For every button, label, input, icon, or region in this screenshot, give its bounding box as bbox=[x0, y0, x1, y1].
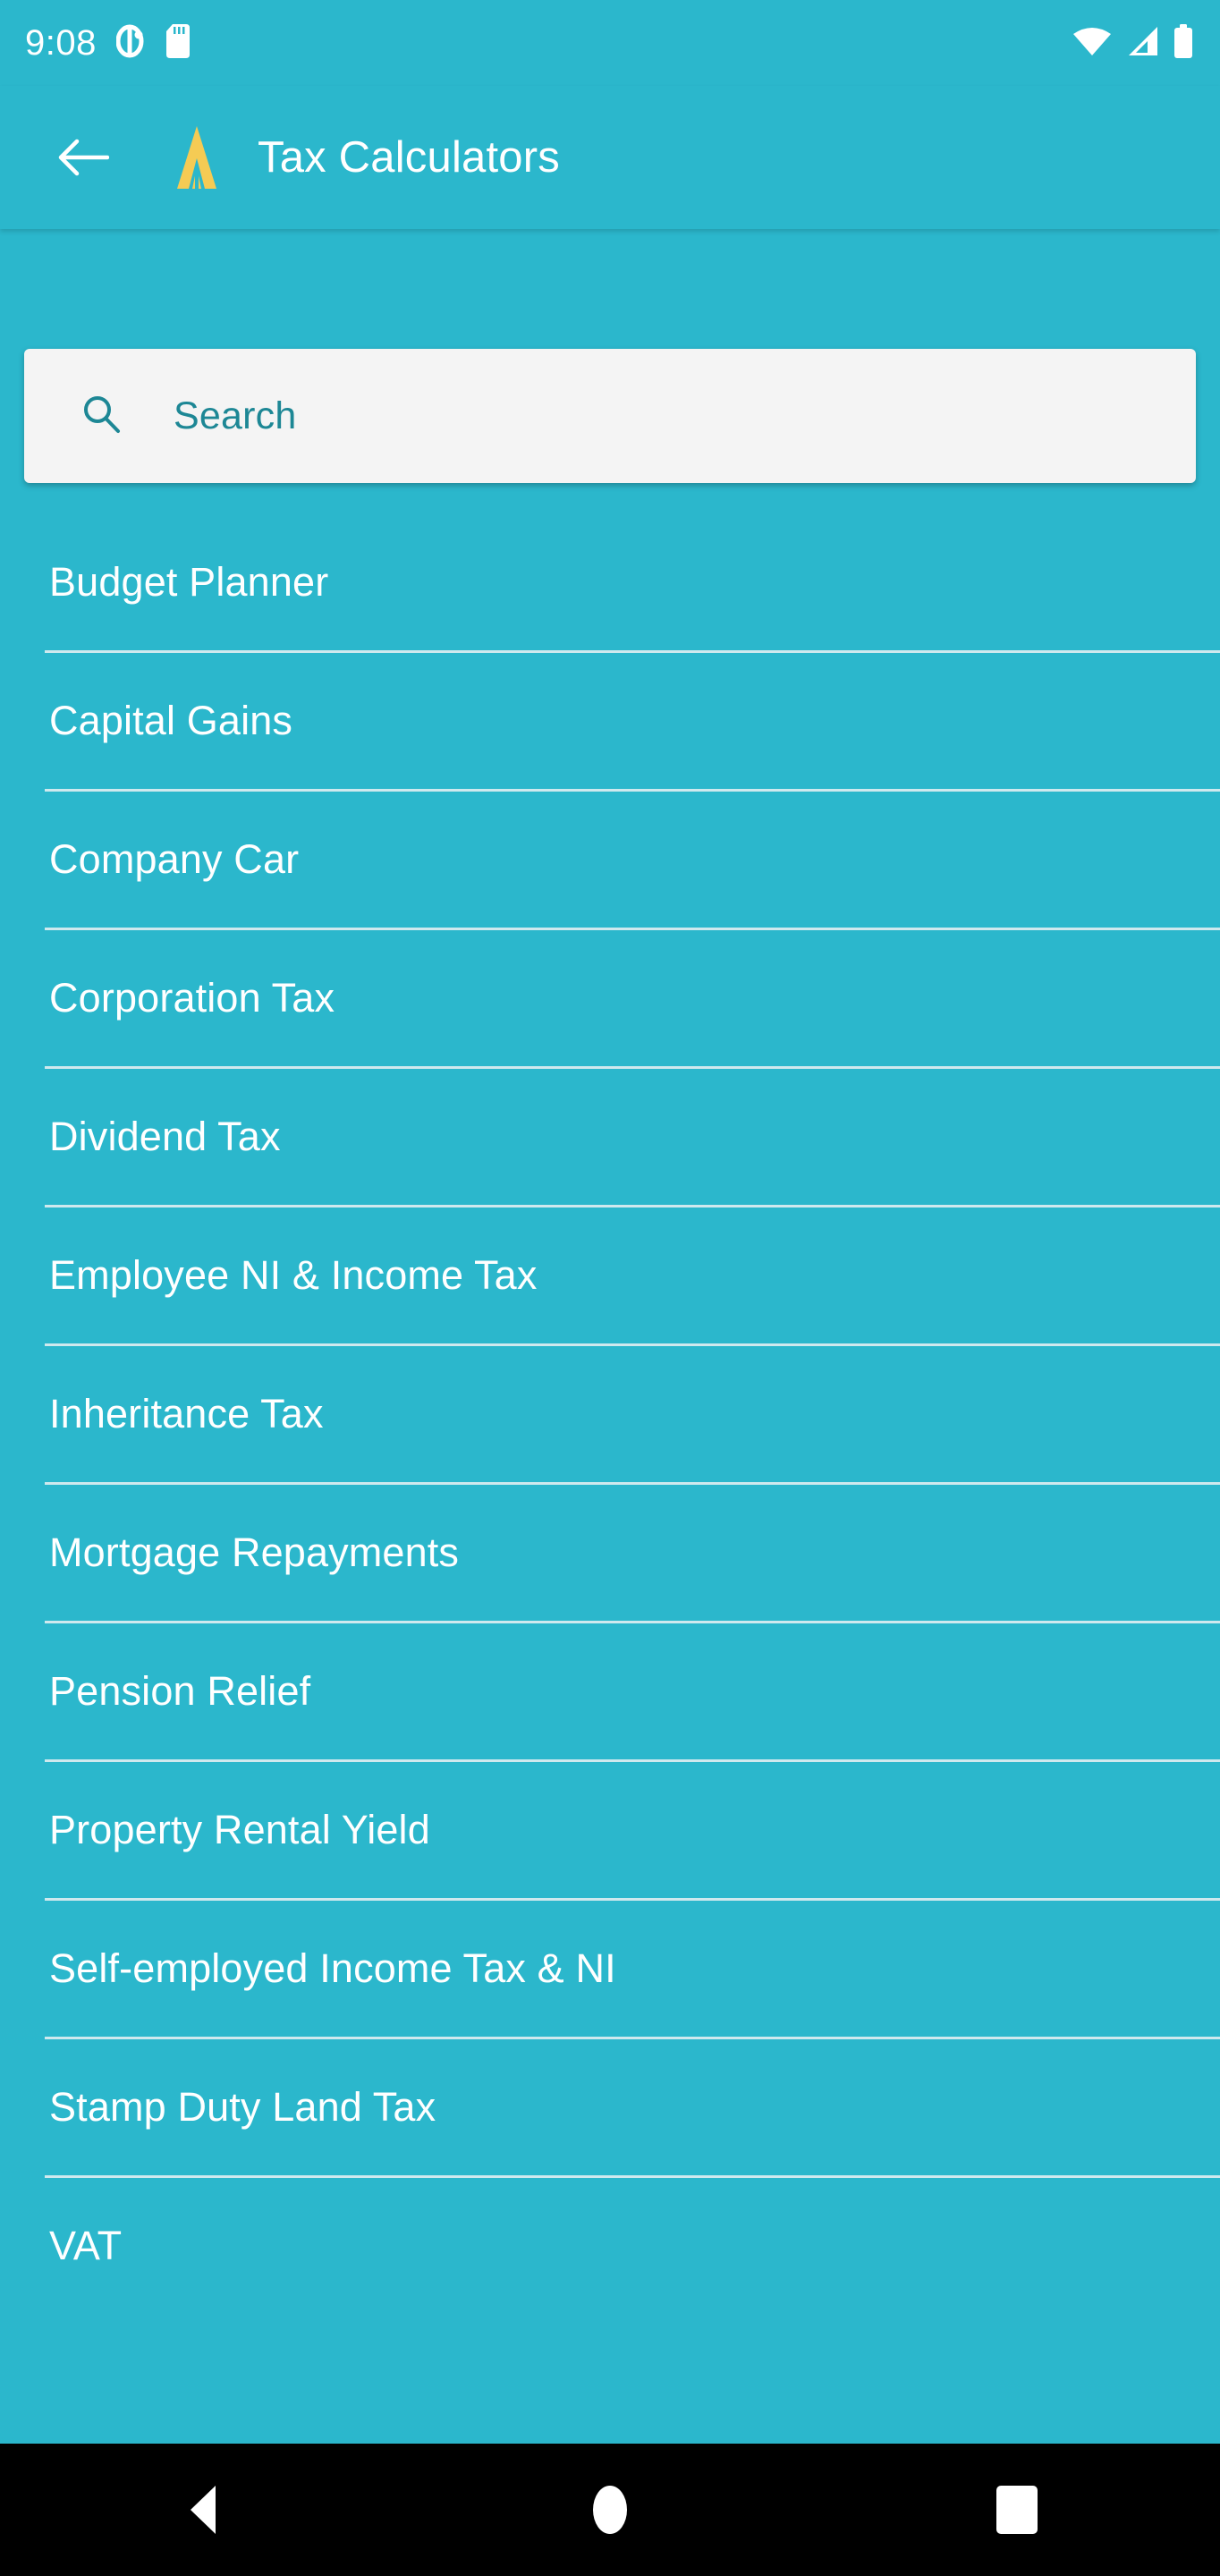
search-icon bbox=[80, 393, 123, 440]
calculator-list: Budget Planner Capital Gains Company Car Co… bbox=[0, 514, 1220, 2314]
battery-full-icon bbox=[1173, 23, 1193, 63]
app-bar: Tax Calculators bbox=[0, 86, 1220, 229]
android-navigation-bar bbox=[0, 2444, 1220, 2576]
list-item-label: Company Car bbox=[49, 836, 300, 882]
list-item[interactable]: Property Rental Yield bbox=[0, 1762, 1220, 1898]
list-item[interactable]: Stamp Duty Land Tax bbox=[0, 2039, 1220, 2175]
list-item[interactable]: Pension Relief bbox=[0, 1623, 1220, 1759]
status-clock: 9:08 bbox=[25, 23, 97, 63]
list-item[interactable]: Corporation Tax bbox=[0, 930, 1220, 1066]
sd-card-icon bbox=[165, 23, 190, 63]
list-item-label: VAT bbox=[49, 2223, 123, 2268]
arrow-back-icon bbox=[58, 139, 109, 176]
list-item-label: Corporation Tax bbox=[49, 975, 335, 1021]
list-item[interactable]: Capital Gains bbox=[0, 653, 1220, 789]
list-item[interactable]: Dividend Tax bbox=[0, 1069, 1220, 1205]
nav-home-circle-icon bbox=[592, 2486, 627, 2534]
nav-back-triangle-icon bbox=[191, 2486, 216, 2534]
list-item-label: Employee NI & Income Tax bbox=[49, 1252, 538, 1298]
search-input[interactable]: Search bbox=[24, 349, 1196, 483]
list-item-label: Property Rental Yield bbox=[49, 1807, 430, 1852]
page-title: Tax Calculators bbox=[258, 133, 560, 182]
list-item[interactable]: Self-employed Income Tax & NI bbox=[0, 1901, 1220, 2037]
nav-recents-button[interactable] bbox=[950, 2444, 1084, 2576]
nav-recents-square-icon bbox=[995, 2486, 1038, 2534]
status-bar-left: 9:08 bbox=[25, 23, 190, 63]
list-item[interactable]: Mortgage Repayments bbox=[0, 1485, 1220, 1621]
status-bar: 9:08 bbox=[0, 0, 1220, 86]
phone-screen: 9:08 Tax Calculators Search Budget Plann… bbox=[0, 0, 1220, 2576]
cellular-signal-icon bbox=[1125, 26, 1159, 60]
list-item-label: Dividend Tax bbox=[49, 1114, 281, 1159]
status-bar-right bbox=[1073, 23, 1193, 63]
list-item[interactable]: Employee NI & Income Tax bbox=[0, 1208, 1220, 1343]
list-item[interactable]: Budget Planner bbox=[0, 514, 1220, 650]
search-placeholder-text: Search bbox=[174, 394, 297, 437]
wifi-icon bbox=[1073, 27, 1111, 60]
list-item-label: Pension Relief bbox=[49, 1668, 311, 1714]
list-item-label: Self-employed Income Tax & NI bbox=[49, 1945, 616, 1991]
list-item-label: Stamp Duty Land Tax bbox=[49, 2084, 436, 2130]
list-item[interactable]: Company Car bbox=[0, 792, 1220, 928]
list-item-label: Budget Planner bbox=[49, 559, 329, 605]
search-bar-container: Search bbox=[24, 349, 1196, 483]
list-item[interactable]: Inheritance Tax bbox=[0, 1346, 1220, 1482]
list-item-label: Capital Gains bbox=[49, 698, 293, 743]
list-item-label: Mortgage Repayments bbox=[49, 1530, 460, 1575]
nav-home-button[interactable] bbox=[543, 2444, 677, 2576]
do-not-disturb-icon bbox=[115, 24, 147, 63]
list-item-label: Inheritance Tax bbox=[49, 1391, 324, 1436]
back-button[interactable] bbox=[54, 128, 113, 187]
nav-back-button[interactable] bbox=[136, 2444, 270, 2576]
list-item[interactable]: VAT bbox=[0, 2178, 1220, 2314]
app-logo-icon bbox=[172, 125, 222, 190]
